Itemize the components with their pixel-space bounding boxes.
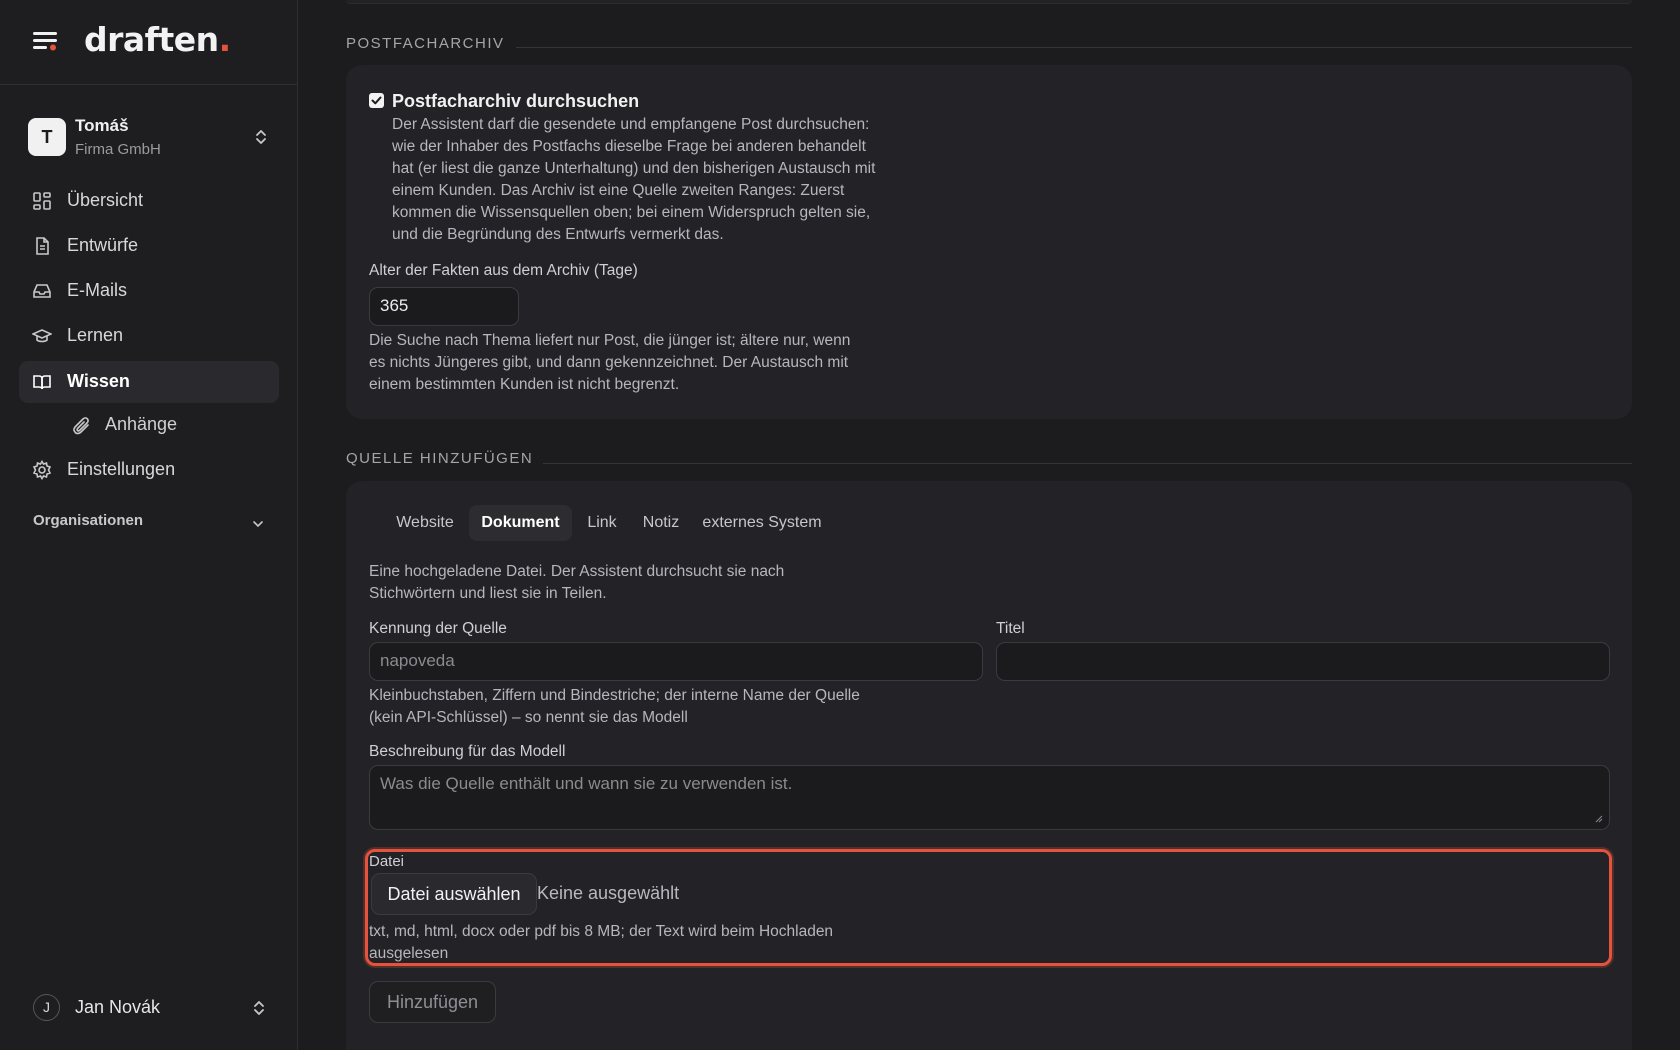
document-icon [32,236,52,256]
account-avatar: T [28,118,66,156]
organisations-toggle[interactable]: Organisationen [20,508,280,534]
gear-icon [32,459,52,481]
inbox-icon [32,281,52,301]
source-id-help: Kleinbuchstaben, Ziffern und Bindestrich… [369,687,860,726]
chevron-up-down-icon [252,999,266,1017]
source-id-label: Kennung der Quelle [369,620,507,637]
archive-checkbox[interactable] [369,93,384,108]
chevron-up-down-icon [254,128,268,146]
sidebar-item-label: Einstellungen [67,459,176,479]
user-avatar: J [33,994,60,1021]
source-title-input[interactable] [996,642,1610,681]
user-menu[interactable]: J Jan Novák [20,990,280,1026]
dashboard-icon [32,191,52,211]
tab-externes-system[interactable]: externes System [695,505,829,541]
user-name: Jan Novák [75,997,161,1017]
previous-card-edge [346,0,1632,4]
sidebar-item-entwuerfe[interactable]: Entwürfe [19,225,279,267]
sidebar-item-label: Entwürfe [67,235,139,255]
chevron-down-icon [252,516,264,528]
archive-age-input[interactable]: 365 [369,287,519,326]
archive-card: Postfacharchiv durchsuchen Der Assistent… [346,65,1632,419]
section-divider [543,463,1632,464]
graduation-cap-icon [31,326,53,346]
logo-row: draften. [0,0,297,85]
sidebar-item-emails[interactable]: E-Mails [19,270,279,312]
archive-description: Der Assistent darf die gesendete und emp… [392,116,876,243]
section-divider [516,47,1632,48]
tab-website[interactable]: Website [387,505,463,541]
sidebar-item-lernen[interactable]: Lernen [19,315,279,357]
tab-notiz[interactable]: Notiz [632,505,690,541]
add-source-card: Website Dokument Link Notiz externes Sys… [346,481,1632,1050]
section-title-archive: POSTFACHARCHIV [346,35,505,52]
sidebar-item-label: Übersicht [67,190,144,210]
tab-dokument[interactable]: Dokument [469,505,572,541]
account-name: Tomáš [75,116,129,135]
account-switcher[interactable]: T Tomáš Firma GmbH [20,108,280,166]
sidebar-item-einstellungen[interactable]: Einstellungen [19,449,279,491]
menu-icon[interactable] [33,30,59,52]
file-label: Datei [369,853,405,870]
paperclip-icon [72,416,92,436]
account-org: Firma GmbH [75,141,161,158]
source-description-textarea[interactable]: Was die Quelle enthält und wann sie zu v… [369,765,1610,830]
app-logo[interactable]: draften. [84,20,231,59]
sidebar-item-label: Wissen [67,371,130,391]
file-status: Keine ausgewählt [537,883,680,903]
file-help: txt, md, html, docx oder pdf bis 8 MB; d… [369,923,834,962]
choose-file-button[interactable]: Datei auswählen [371,873,537,915]
source-intro: Eine hochgeladene Datei. Der Assistent d… [369,563,785,602]
sidebar-item-label: Anhänge [105,414,178,434]
source-id-input[interactable]: napoveda [369,642,983,681]
source-title-label: Titel [996,620,1025,637]
main-content: POSTFACHARCHIV Postfacharchiv durchsuche… [298,0,1680,1050]
source-description-label: Beschreibung für das Modell [369,743,566,760]
sidebar: draften. T Tomáš Firma GmbH Übersicht En… [0,0,298,1050]
tab-link[interactable]: Link [577,505,627,541]
sidebar-item-uebersicht[interactable]: Übersicht [19,180,279,222]
archive-checkbox-label: Postfacharchiv durchsuchen [392,91,640,111]
sidebar-item-wissen[interactable]: Wissen [19,361,279,403]
section-title-add-source: QUELLE HINZUFÜGEN [346,450,534,467]
archive-age-label: Alter der Fakten aus dem Archiv (Tage) [369,262,638,279]
add-source-button[interactable]: Hinzufügen [369,981,496,1023]
sidebar-item-anhaenge[interactable]: Anhänge [68,410,268,440]
sidebar-item-label: E-Mails [67,280,128,300]
organisations-label: Organisationen [33,512,144,529]
sidebar-item-label: Lernen [67,325,124,345]
archive-age-help: Die Suche nach Thema liefert nur Post, d… [369,332,851,393]
book-icon [32,372,52,392]
resize-grip-icon [1595,815,1603,823]
